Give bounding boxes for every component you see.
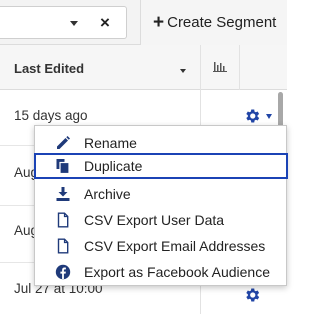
menu-item-label: Archive (84, 186, 131, 202)
clear-icon[interactable]: × (100, 13, 110, 33)
plus-icon: + (153, 12, 165, 33)
toolbar: × + Create Segment (0, 0, 287, 45)
menu-item-csv-export-email-addresses[interactable]: CSV Export Email Addresses (35, 233, 288, 259)
bar-chart-icon[interactable] (213, 60, 227, 72)
table-header: Last Edited (0, 45, 287, 90)
file-icon (57, 238, 69, 254)
column-header-last-edited[interactable]: Last Edited (14, 61, 84, 76)
create-segment-button[interactable]: + Create Segment (140, 0, 287, 45)
facebook-icon (55, 264, 71, 280)
duplicate-icon (56, 159, 70, 174)
chevron-down-icon[interactable] (70, 21, 78, 26)
gear-icon[interactable] (243, 286, 261, 304)
menu-item-duplicate[interactable]: Duplicate (34, 153, 288, 179)
create-segment-label: Create Segment (167, 14, 277, 31)
menu-item-export-facebook-audience[interactable]: Export as Facebook Audience (35, 259, 288, 285)
gear-icon[interactable] (243, 107, 261, 125)
menu-item-csv-export-user-data[interactable]: CSV Export User Data (35, 207, 288, 233)
menu-item-label: Export as Facebook Audience (84, 264, 271, 280)
filter-select[interactable]: × (0, 6, 127, 39)
sort-caret-icon[interactable] (180, 69, 186, 73)
gear-dropdown-caret-icon[interactable] (266, 114, 272, 119)
row-actions-menu: Rename Duplicate Archive CSV Export User… (34, 125, 288, 286)
menu-item-label: Duplicate (84, 158, 143, 174)
menu-item-label: Rename (84, 135, 137, 151)
pencil-icon (57, 136, 70, 149)
menu-item-archive[interactable]: Archive (35, 181, 288, 207)
archive-icon (56, 187, 70, 201)
menu-item-label: CSV Export User Data (84, 212, 225, 228)
menu-item-label: CSV Export Email Addresses (84, 238, 266, 254)
table-cell-last-edited: 15 days ago (14, 108, 88, 123)
column-divider (239, 45, 240, 90)
file-icon (57, 212, 69, 228)
